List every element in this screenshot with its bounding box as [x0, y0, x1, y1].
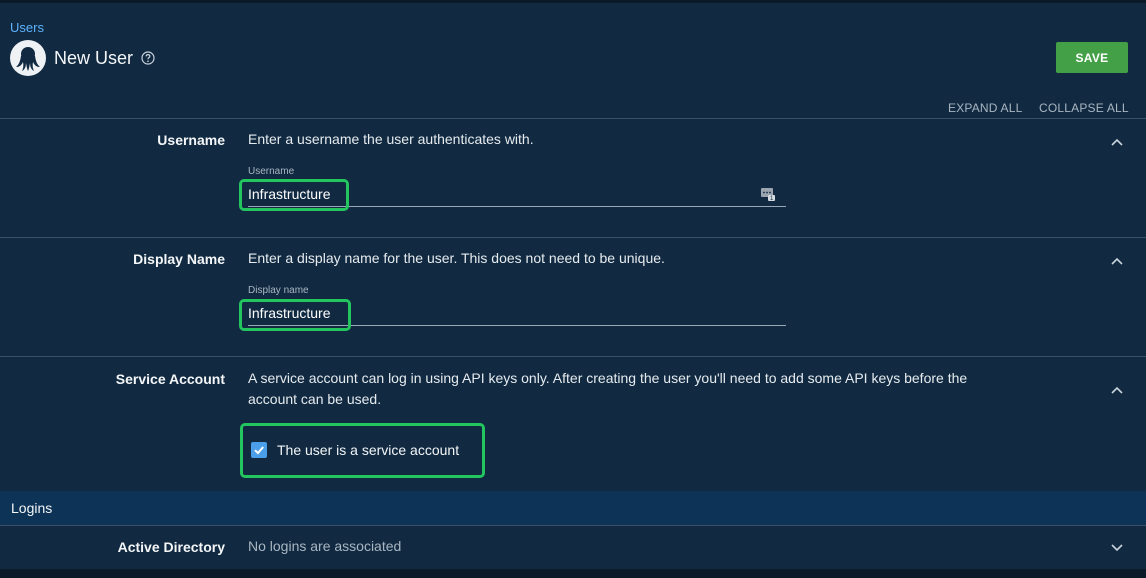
section-description-username: Enter a username the user authenticates … — [248, 131, 534, 147]
page-header: New User — [10, 40, 155, 76]
chevron-up-icon[interactable] — [1110, 385, 1124, 395]
octopus-avatar-icon — [10, 40, 46, 76]
collapse-all-link[interactable]: COLLAPSE ALL — [1039, 101, 1129, 115]
logins-section-header — [0, 491, 1146, 525]
username-input[interactable] — [248, 182, 786, 207]
section-label-display-name: Display Name — [133, 251, 225, 267]
active-directory-status: No logins are associated — [248, 538, 402, 554]
expand-all-link[interactable]: EXPAND ALL — [948, 101, 1022, 115]
section-divider — [0, 237, 1146, 238]
section-divider — [0, 356, 1146, 357]
service-account-checkbox-label[interactable]: The user is a service account — [277, 442, 459, 458]
window-top-border — [0, 0, 1146, 3]
section-label-username: Username — [157, 132, 225, 148]
section-description-service-account: A service account can log in using API k… — [248, 370, 968, 386]
service-account-checkbox[interactable] — [251, 442, 267, 458]
check-icon — [254, 446, 264, 455]
chevron-down-icon[interactable] — [1110, 542, 1124, 552]
section-divider — [0, 118, 1146, 119]
section-label-service-account: Service Account — [115, 371, 225, 387]
logins-title: Logins — [11, 500, 53, 516]
breadcrumb-users-link[interactable]: Users — [10, 20, 44, 35]
display-name-field-label: Display name — [248, 285, 309, 296]
chevron-up-icon[interactable] — [1110, 137, 1124, 147]
section-description-display-name: Enter a display name for the user. This … — [248, 250, 665, 266]
page-title: New User — [54, 47, 134, 68]
help-circle-icon[interactable] — [141, 51, 155, 65]
section-description-service-account-cont: account can be used. — [248, 391, 382, 407]
section-label-active-directory: Active Directory — [117, 539, 225, 555]
chevron-up-icon[interactable] — [1110, 256, 1124, 266]
display-name-input[interactable] — [248, 301, 786, 326]
password-manager-icon[interactable]: 1 — [760, 186, 776, 202]
save-button[interactable]: SAVE — [1056, 42, 1128, 73]
username-field-label: Username — [248, 166, 295, 177]
window-bottom-border — [0, 569, 1146, 578]
section-divider — [0, 525, 1146, 526]
